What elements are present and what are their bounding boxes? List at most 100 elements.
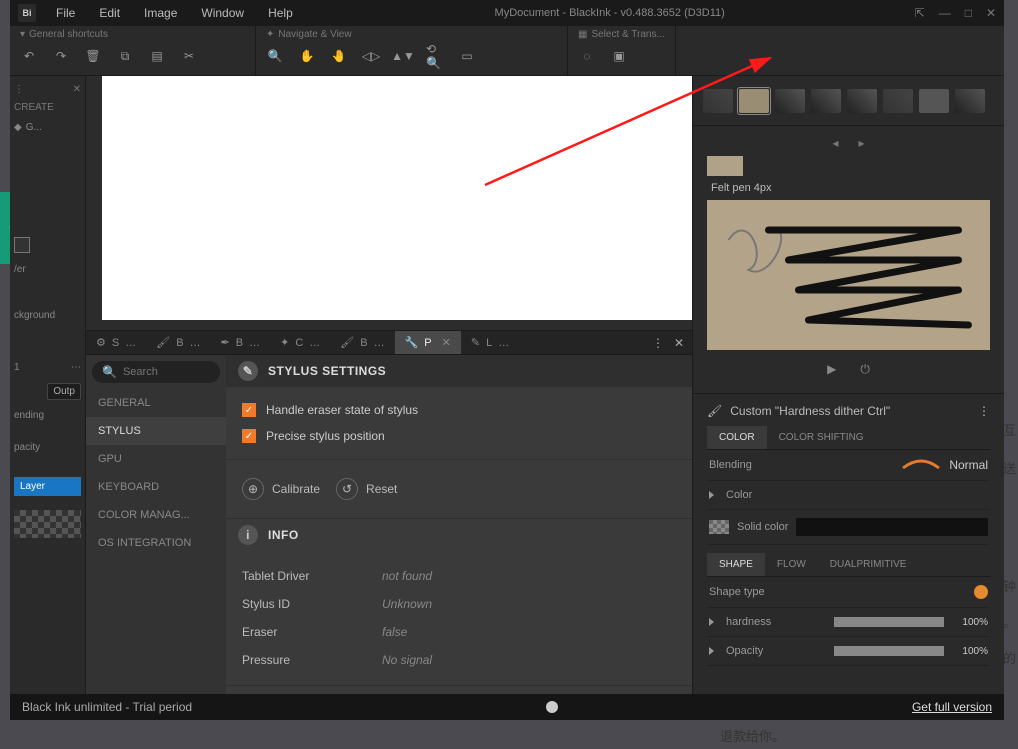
tab-close-icon[interactable]: ✕ [442, 336, 451, 349]
stylus-header: ✎ STYLUS SETTINGS [226, 355, 692, 387]
opacity-slider[interactable] [834, 646, 944, 656]
menu-image[interactable]: Image [132, 6, 189, 20]
copy-icon[interactable]: ⧉ [116, 47, 134, 65]
tab-b1[interactable]: 🖌B… [146, 331, 210, 354]
info-icon: i [238, 525, 258, 545]
chevron-down-icon[interactable]: ▾ [20, 29, 25, 40]
layer-item[interactable]: Layer [14, 477, 81, 496]
blending-mode: Normal [949, 458, 988, 472]
tab-s[interactable]: ⚙S… [86, 331, 146, 354]
reset-button[interactable]: ↺Reset [336, 478, 397, 500]
redo-icon[interactable]: ↷ [52, 47, 70, 65]
window-title: MyDocument - BlackInk - v0.488.3652 (D3D… [305, 7, 915, 19]
prop-solid-color[interactable]: Solid color [707, 510, 990, 545]
pan-icon[interactable]: ✋ [298, 47, 316, 65]
chevron-right-icon[interactable]: ▸ [859, 136, 865, 150]
brush-3[interactable] [775, 89, 805, 113]
more-icon[interactable]: ⋮ [14, 84, 24, 95]
zoom-icon[interactable]: 🔍 [266, 47, 284, 65]
prop-opacity[interactable]: Opacity 100% [707, 637, 990, 666]
nav-gpu[interactable]: GPU [86, 445, 226, 473]
more-icon[interactable]: ⋮ [652, 336, 664, 350]
nav-osintegration[interactable]: OS INTEGRATION [86, 529, 226, 557]
menu-help[interactable]: Help [256, 6, 305, 20]
right-panel: ◂▸ Felt pen 4px ▶ ⏻ 🖌 Custom "Hardn [692, 76, 1004, 694]
nav-stylus[interactable]: STYLUS [86, 417, 226, 445]
brush-felt[interactable] [739, 89, 769, 113]
trash-icon[interactable]: 🗑 [84, 47, 102, 65]
flip-h-icon[interactable]: ◁▷ [362, 47, 380, 65]
prop-shape-type[interactable]: Shape type [707, 577, 990, 608]
subtab-flow[interactable]: FLOW [765, 553, 818, 576]
close-panel-icon[interactable]: ✕ [73, 84, 81, 95]
subtab-dual[interactable]: DUALPRIMITIVE [818, 553, 919, 576]
more-icon[interactable]: ⋯ [71, 362, 81, 373]
chevron-left-icon[interactable]: ◂ [832, 136, 838, 150]
close-icon[interactable]: ✕ [674, 336, 684, 350]
brush-thumb[interactable] [707, 156, 743, 176]
minimize-icon[interactable]: — [939, 6, 951, 20]
rotate-icon[interactable]: 🤚 [330, 47, 348, 65]
get-full-link[interactable]: Get full version [912, 700, 992, 714]
brush-8[interactable] [955, 89, 985, 113]
menu-window[interactable]: Window [189, 6, 256, 20]
canvas[interactable] [102, 76, 692, 320]
center-column: ⚙S… 🖌B… ✒B… ✦C… 🖌B… 🔧P✕ ✎L… ⋮ ✕ 🔍 GENERAL… [86, 76, 692, 694]
check-precise[interactable]: ✓ Precise stylus position [242, 423, 676, 449]
shape-dot[interactable] [974, 585, 988, 599]
transform-icon[interactable]: ▣ [610, 47, 628, 65]
hardness-value: 100% [952, 617, 988, 628]
search-box[interactable]: 🔍 [92, 361, 220, 383]
panel-square[interactable] [14, 237, 30, 253]
marquee-icon[interactable]: ◌ [578, 47, 596, 65]
prop-color[interactable]: Color [707, 481, 990, 510]
compass-icon: ✦ [266, 29, 274, 40]
prop-hardness[interactable]: hardness 100% [707, 608, 990, 637]
status-slider[interactable] [546, 701, 558, 713]
brush-6[interactable] [883, 89, 913, 113]
undo-icon[interactable]: ↶ [20, 47, 38, 65]
more-icon[interactable]: ⋮ [978, 404, 990, 418]
menu-edit[interactable]: Edit [87, 6, 132, 20]
close-icon[interactable]: ✕ [986, 6, 996, 20]
zoom-reset-icon[interactable]: ⟲🔍 [426, 47, 444, 65]
status-left: Black Ink unlimited - Trial period [22, 700, 192, 714]
subtab-colorshift[interactable]: COLOR SHIFTING [767, 426, 876, 449]
brush-pen[interactable] [703, 89, 733, 113]
nav-colormanag[interactable]: COLOR MANAG... [86, 501, 226, 529]
paste-icon[interactable]: ▤ [148, 47, 166, 65]
subtab-color[interactable]: COLOR [707, 426, 767, 449]
hardness-slider[interactable] [834, 617, 944, 627]
checkbox-checked-icon[interactable]: ✓ [242, 403, 256, 417]
brush-eraser[interactable] [919, 89, 949, 113]
tab-p[interactable]: 🔧P✕ [395, 331, 461, 354]
tab-c[interactable]: ✦C… [270, 331, 330, 354]
pin-icon[interactable]: ⇱ [915, 6, 925, 20]
outp-pill[interactable]: Outp [47, 383, 81, 400]
toolbar-label-navigate: Navigate & View [278, 29, 351, 40]
play-icon[interactable]: ▶ [827, 362, 836, 377]
layer-icon[interactable]: ◆ [14, 122, 22, 133]
nav-general[interactable]: GENERAL [86, 389, 226, 417]
tab-b3[interactable]: 🖌B… [330, 331, 394, 354]
menu-file[interactable]: File [44, 6, 87, 20]
brush-preview [707, 200, 990, 350]
power-icon[interactable]: ⏻ [860, 362, 870, 377]
nav-keyboard[interactable]: KEYBOARD [86, 473, 226, 501]
calibrate-button[interactable]: ⊕Calibrate [242, 478, 320, 500]
tab-l[interactable]: ✎L… [461, 331, 519, 354]
color-chip [709, 520, 729, 534]
flip-v-icon[interactable]: ▲▼ [394, 47, 412, 65]
cut-icon[interactable]: ✂ [180, 47, 198, 65]
search-input[interactable] [123, 366, 210, 378]
brush-4[interactable] [811, 89, 841, 113]
screen-icon[interactable]: ▭ [458, 47, 476, 65]
checkbox-checked-icon[interactable]: ✓ [242, 429, 256, 443]
maximize-icon[interactable]: □ [965, 6, 972, 20]
brush-5[interactable] [847, 89, 877, 113]
tab-b2[interactable]: ✒B… [211, 331, 271, 354]
color-rect[interactable] [796, 518, 988, 536]
check-eraser[interactable]: ✓ Handle eraser state of stylus [242, 397, 676, 423]
subtab-shape[interactable]: SHAPE [707, 553, 765, 576]
prop-blending[interactable]: Blending Normal [707, 450, 990, 481]
